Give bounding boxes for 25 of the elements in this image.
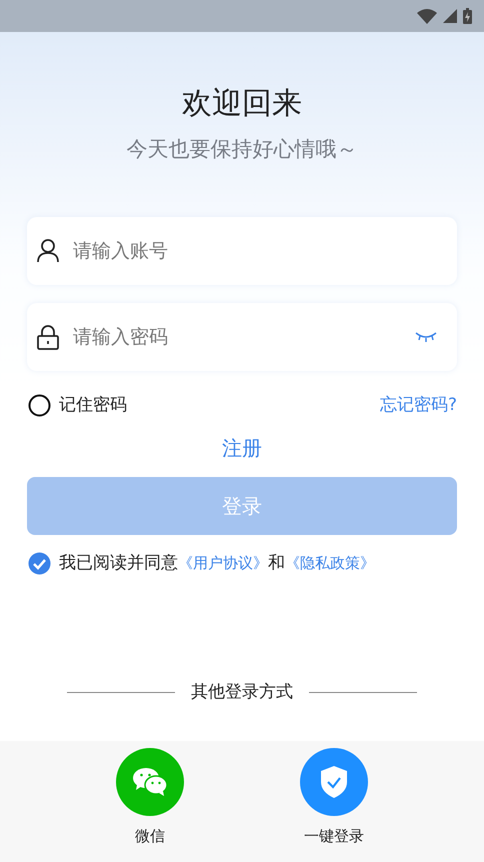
lock-icon bbox=[37, 324, 59, 350]
account-field[interactable]: 请输入账号 bbox=[27, 217, 457, 285]
forgot-password-link[interactable]: 忘记密码? bbox=[380, 393, 457, 418]
agreement-link[interactable]: 《隐私政策》 bbox=[285, 554, 375, 572]
agreement-checkbox[interactable] bbox=[28, 552, 51, 575]
chat-bubbles-icon bbox=[132, 767, 168, 797]
agreement-link[interactable]: 《用户协议》 bbox=[178, 554, 268, 572]
shield-check-icon bbox=[320, 765, 348, 799]
password-input[interactable]: 请输入密码 bbox=[71, 322, 415, 352]
other-login-label: 其他登录方式 bbox=[191, 681, 293, 704]
page-title: 欢迎回来 bbox=[181, 85, 303, 123]
user-icon bbox=[37, 239, 59, 263]
password-field[interactable]: 请输入密码 bbox=[27, 303, 457, 371]
account-input[interactable]: 请输入账号 bbox=[71, 236, 437, 266]
battery-icon bbox=[463, 8, 472, 24]
register-link[interactable]: 注册 bbox=[222, 436, 262, 460]
remember-label: 记住密码 bbox=[59, 394, 127, 417]
login-option-label: 微信 bbox=[135, 826, 165, 847]
wifi-icon bbox=[417, 8, 437, 24]
login-option-label: 一键登录 bbox=[304, 826, 364, 847]
eye-closed-icon[interactable] bbox=[415, 331, 437, 343]
remember-checkbox[interactable] bbox=[28, 394, 51, 418]
signal-icon bbox=[443, 9, 457, 23]
agreement-text: 我已阅读并同意《用户协议》和《隐私政策》 bbox=[59, 552, 375, 574]
subtitle: 今天也要保持好心情哦～ bbox=[126, 136, 358, 163]
